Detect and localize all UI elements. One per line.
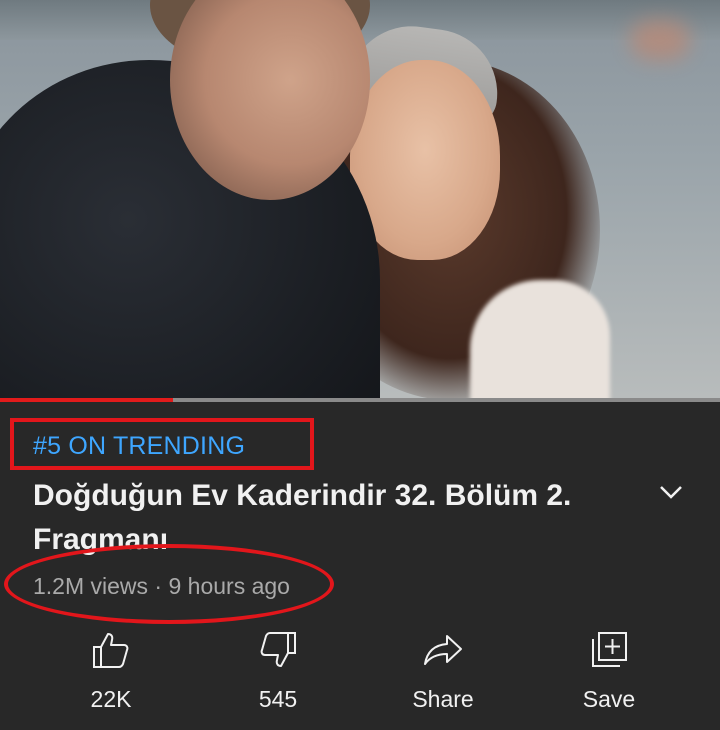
video-boat [630,20,690,60]
video-progress-fill [0,398,173,402]
like-count: 22K [90,686,132,712]
dislike-button[interactable]: 545 [203,620,353,730]
dislike-count: 545 [258,686,298,712]
video-progress-bar[interactable] [0,398,720,402]
share-button[interactable]: Share [368,620,518,730]
action-bar: 22K 545 Share Save [0,620,720,730]
share-label: Share [412,686,474,712]
like-button[interactable]: 22K [36,620,186,730]
thumbs-down-icon [260,632,296,667]
share-icon [424,635,462,665]
save-label: Save [582,686,636,712]
video-meta: 1.2M views · 9 hours ago [33,573,290,599]
save-button[interactable]: Save [534,620,684,730]
add-to-playlist-icon [592,632,627,667]
chevron-down-icon[interactable] [656,480,686,504]
video-player[interactable] [0,0,720,398]
thumbs-up-icon [93,633,129,668]
trending-link[interactable]: #5 ON TRENDING [33,432,245,461]
